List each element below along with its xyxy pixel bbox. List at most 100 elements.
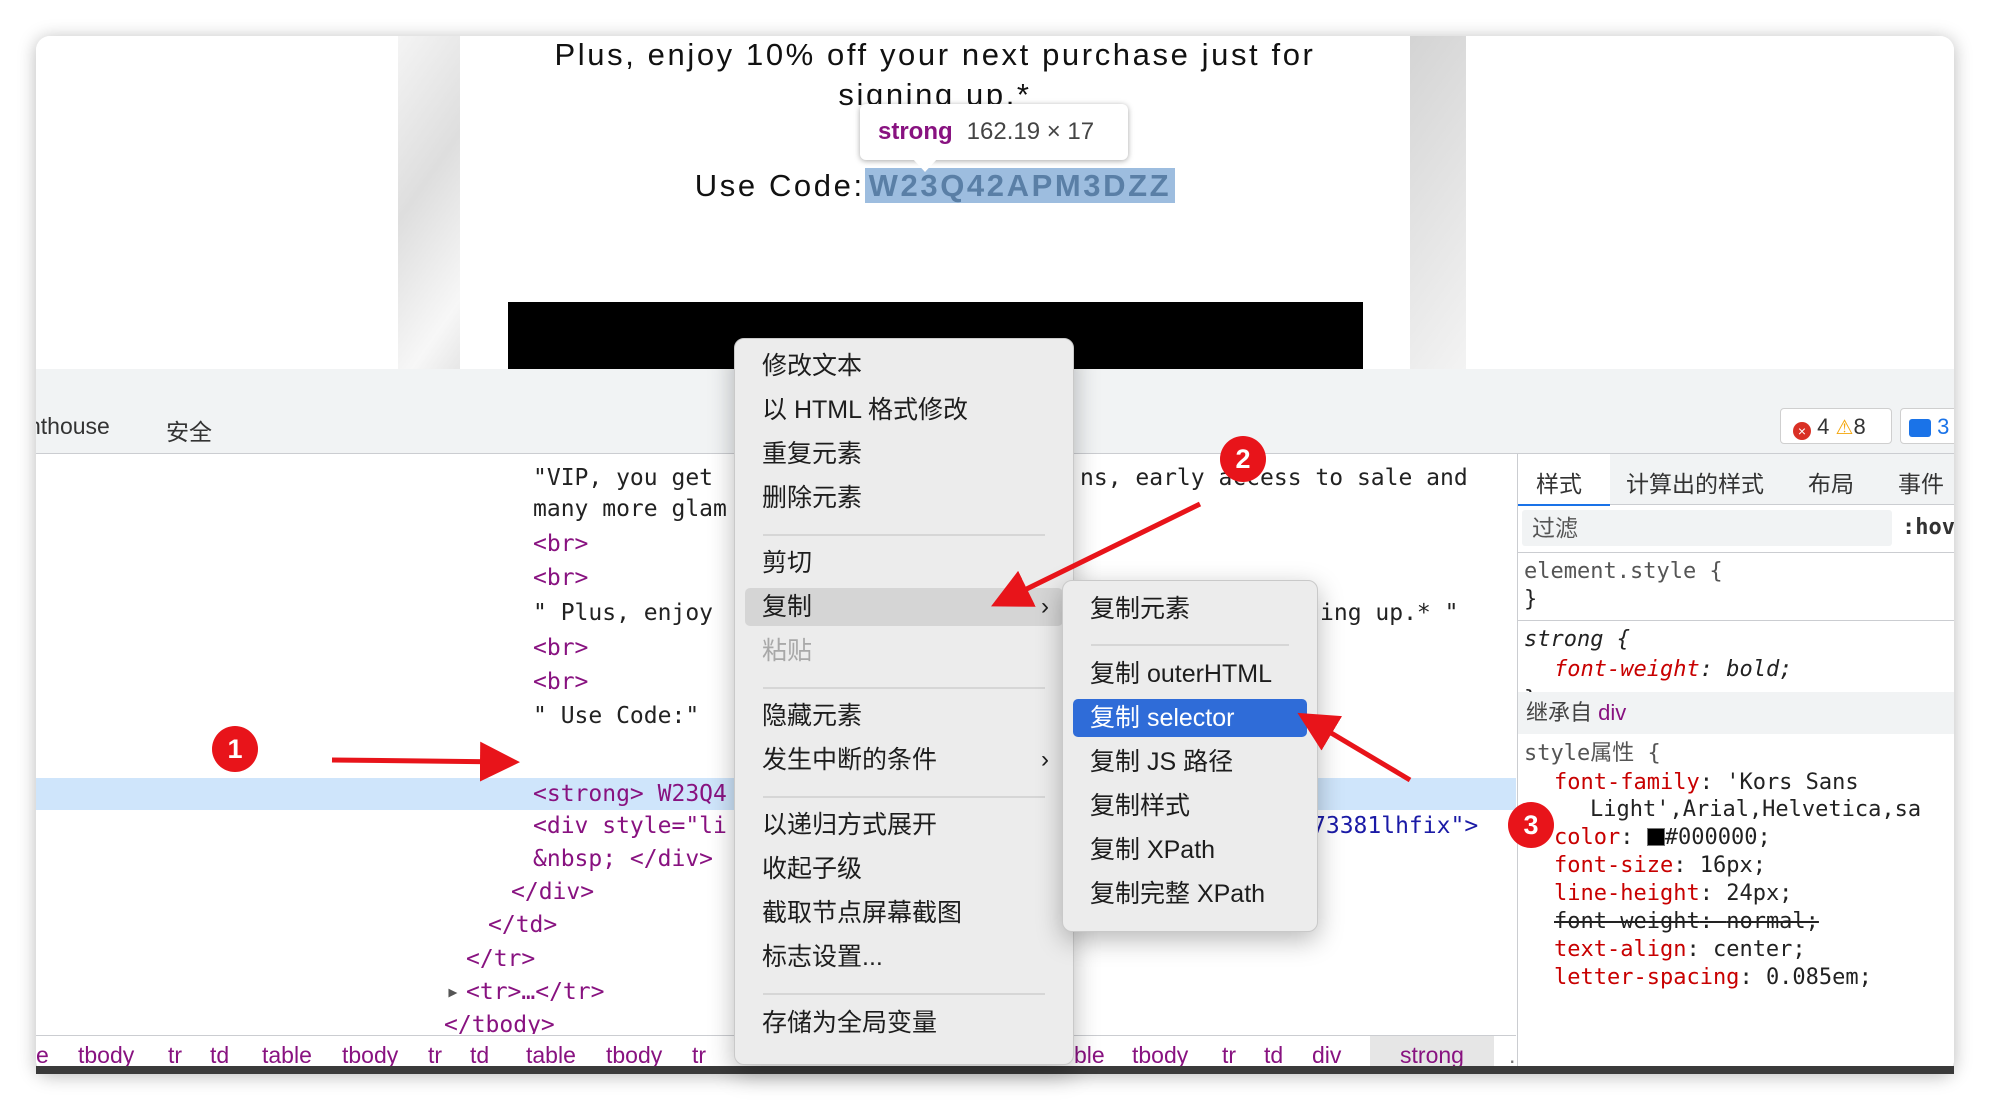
- inherited-tag[interactable]: div: [1598, 700, 1626, 725]
- tree-line[interactable]: </tr>: [466, 945, 535, 973]
- breadcrumb-item[interactable]: ble: [1074, 1042, 1105, 1069]
- inherited-from-bar: 继承自 div: [1518, 692, 1954, 734]
- rule-selector[interactable]: style属性 {: [1524, 740, 1661, 768]
- menu-item-collapse-children[interactable]: 收起子级: [745, 850, 1063, 888]
- tab-security[interactable]: 安全: [166, 413, 212, 447]
- style-declaration[interactable]: font-weight: bold;: [1554, 656, 1792, 684]
- tree-line[interactable]: &nbsp; </div>: [533, 845, 713, 873]
- menu-item-copy-xpath[interactable]: 复制 XPath: [1073, 831, 1307, 869]
- warning-icon: ⚠: [1835, 417, 1854, 439]
- breadcrumb-item[interactable]: tbody: [78, 1042, 134, 1069]
- rule-selector[interactable]: strong {: [1524, 626, 1630, 654]
- tree-line[interactable]: <div style="li: [533, 812, 727, 840]
- style-declaration-overridden[interactable]: font-weight: normal;: [1554, 908, 1819, 936]
- breadcrumb-item[interactable]: e: [36, 1042, 49, 1069]
- styles-filter-input[interactable]: 过滤: [1522, 510, 1892, 546]
- breadcrumb-item[interactable]: tr: [692, 1042, 706, 1069]
- window-bottom-edge: [36, 1066, 1954, 1074]
- menu-item-copy-js-path[interactable]: 复制 JS 路径: [1073, 743, 1307, 781]
- tree-line[interactable]: </div>: [511, 878, 594, 906]
- rule-selector[interactable]: element.style {: [1524, 558, 1723, 586]
- breadcrumb-item[interactable]: tr: [428, 1042, 442, 1069]
- tree-line-collapsed[interactable]: <tr>…</tr>: [466, 978, 604, 1006]
- menu-item-delete[interactable]: 删除元素: [745, 479, 1063, 517]
- menu-item-break-on[interactable]: 发生中断的条件 ›: [745, 741, 1063, 779]
- tab-styles[interactable]: 样式: [1536, 465, 1582, 499]
- tree-line[interactable]: </td>: [488, 911, 557, 939]
- tree-line[interactable]: "VIP, you get: [533, 464, 713, 492]
- menu-item-store-as-global[interactable]: 存储为全局变量: [745, 1004, 1063, 1042]
- menu-item-expand-recursively[interactable]: 以递归方式展开: [745, 806, 1063, 844]
- breadcrumb-item[interactable]: div: [1312, 1042, 1341, 1069]
- tree-line[interactable]: <br>: [533, 530, 588, 558]
- console-counts[interactable]: × 4 ⚠8: [1780, 408, 1892, 444]
- menu-item-hide-element[interactable]: 隐藏元素: [745, 697, 1063, 735]
- style-declaration[interactable]: font-size: 16px;: [1554, 852, 1766, 880]
- rule-close: }: [1524, 587, 1538, 612]
- tab-event-listeners[interactable]: 事件: [1898, 465, 1944, 499]
- menu-item-edit-as-html[interactable]: 以 HTML 格式修改: [745, 391, 1063, 429]
- breadcrumb-item[interactable]: table: [262, 1042, 312, 1069]
- issues-count: 3: [1937, 414, 1950, 439]
- breadcrumb-item[interactable]: tbody: [342, 1042, 398, 1069]
- code-label: Use Code:: [694, 168, 865, 203]
- chevron-right-icon: ›: [1041, 593, 1049, 620]
- tab-lighthouse[interactable]: hthouse: [36, 413, 110, 440]
- style-declaration[interactable]: line-height: 24px;: [1554, 880, 1792, 908]
- menu-item-copy-selector[interactable]: 复制 selector: [1073, 699, 1307, 737]
- menu-separator: [763, 993, 1045, 995]
- tree-line[interactable]: <br>: [533, 564, 588, 592]
- warning-count: 8: [1853, 414, 1866, 439]
- breadcrumb-item[interactable]: td: [470, 1042, 489, 1069]
- tab-layout[interactable]: 布局: [1808, 465, 1854, 499]
- code-value-highlighted[interactable]: W23Q42APM3DZZ: [864, 168, 1176, 203]
- tree-line-tail: 73381lhfix">: [1312, 813, 1479, 839]
- breadcrumb-item[interactable]: td: [1264, 1042, 1283, 1069]
- email-content: Plus, enjoy 10% off your next purchase j…: [460, 36, 1410, 369]
- tree-line[interactable]: many more glam: [533, 495, 727, 523]
- styles-tab-bar: 样式 计算出的样式 布局 事件: [1518, 454, 1954, 506]
- menu-item-copy-element[interactable]: 复制元素: [1073, 590, 1307, 628]
- inherited-label: 继承自: [1526, 700, 1593, 725]
- menu-item-duplicate[interactable]: 重复元素: [745, 435, 1063, 473]
- menu-item-copy-outerhtml[interactable]: 复制 outerHTML: [1073, 655, 1307, 693]
- style-declaration[interactable]: font-family: 'Kors Sans: [1554, 769, 1859, 797]
- style-declaration[interactable]: color: #000000;: [1554, 824, 1771, 852]
- annotation-badge-1: 1: [212, 726, 258, 772]
- tooltip-tag: strong: [878, 118, 953, 145]
- menu-item-cut[interactable]: 剪切: [745, 544, 1063, 582]
- tree-line[interactable]: " Plus, enjoy: [533, 599, 713, 627]
- menu-item-copy-styles[interactable]: 复制样式: [1073, 787, 1307, 825]
- menu-item-copy[interactable]: 复制 ›: [745, 588, 1063, 626]
- breadcrumb-item[interactable]: table: [526, 1042, 576, 1069]
- breadcrumb-item[interactable]: tr: [168, 1042, 182, 1069]
- tree-line[interactable]: </tbody>: [444, 1011, 555, 1034]
- breadcrumb-item[interactable]: tbody: [1132, 1042, 1188, 1069]
- tree-line[interactable]: " Use Code:": [533, 702, 699, 730]
- issues-button[interactable]: 3: [1900, 408, 1954, 444]
- element-size-tooltip: strong 162.19 × 17: [860, 104, 1128, 160]
- style-declaration[interactable]: letter-spacing: 0.085em;: [1554, 964, 1872, 992]
- menu-item-edit-text[interactable]: 修改文本: [745, 347, 1063, 385]
- tree-line[interactable]: <br>: [533, 668, 588, 696]
- tooltip-arrow: [912, 158, 938, 172]
- color-swatch-icon[interactable]: [1646, 828, 1665, 846]
- breadcrumb-item[interactable]: tr: [1222, 1042, 1236, 1069]
- style-declaration[interactable]: text-align: center;: [1554, 936, 1806, 964]
- issues-icon: [1909, 419, 1931, 437]
- menu-item-capture-node-screenshot[interactable]: 截取节点屏幕截图: [745, 894, 1063, 932]
- code-line: Use Code: W23Q42APM3DZZ: [460, 168, 1410, 204]
- menu-item-copy-full-xpath[interactable]: 复制完整 XPath: [1073, 875, 1307, 913]
- tree-line[interactable]: <br>: [533, 634, 588, 662]
- divider: [1518, 620, 1954, 621]
- tree-line-strong[interactable]: <strong> W23Q4: [533, 780, 727, 808]
- tooltip-size: 162.19 × 17: [966, 118, 1095, 145]
- expand-triangle-icon[interactable]: ▸: [446, 978, 460, 1006]
- menu-item-badge-settings[interactable]: 标志设置...: [745, 938, 1063, 976]
- context-menu: 修改文本 以 HTML 格式修改 重复元素 删除元素 剪切 复制 › 粘贴 隐藏元…: [734, 338, 1074, 1065]
- tab-computed[interactable]: 计算出的样式: [1626, 465, 1764, 499]
- divider: [1518, 552, 1954, 553]
- breadcrumb-item[interactable]: tbody: [606, 1042, 662, 1069]
- breadcrumb-item[interactable]: td: [210, 1042, 229, 1069]
- hov-toggle[interactable]: :hov: [1902, 510, 1954, 546]
